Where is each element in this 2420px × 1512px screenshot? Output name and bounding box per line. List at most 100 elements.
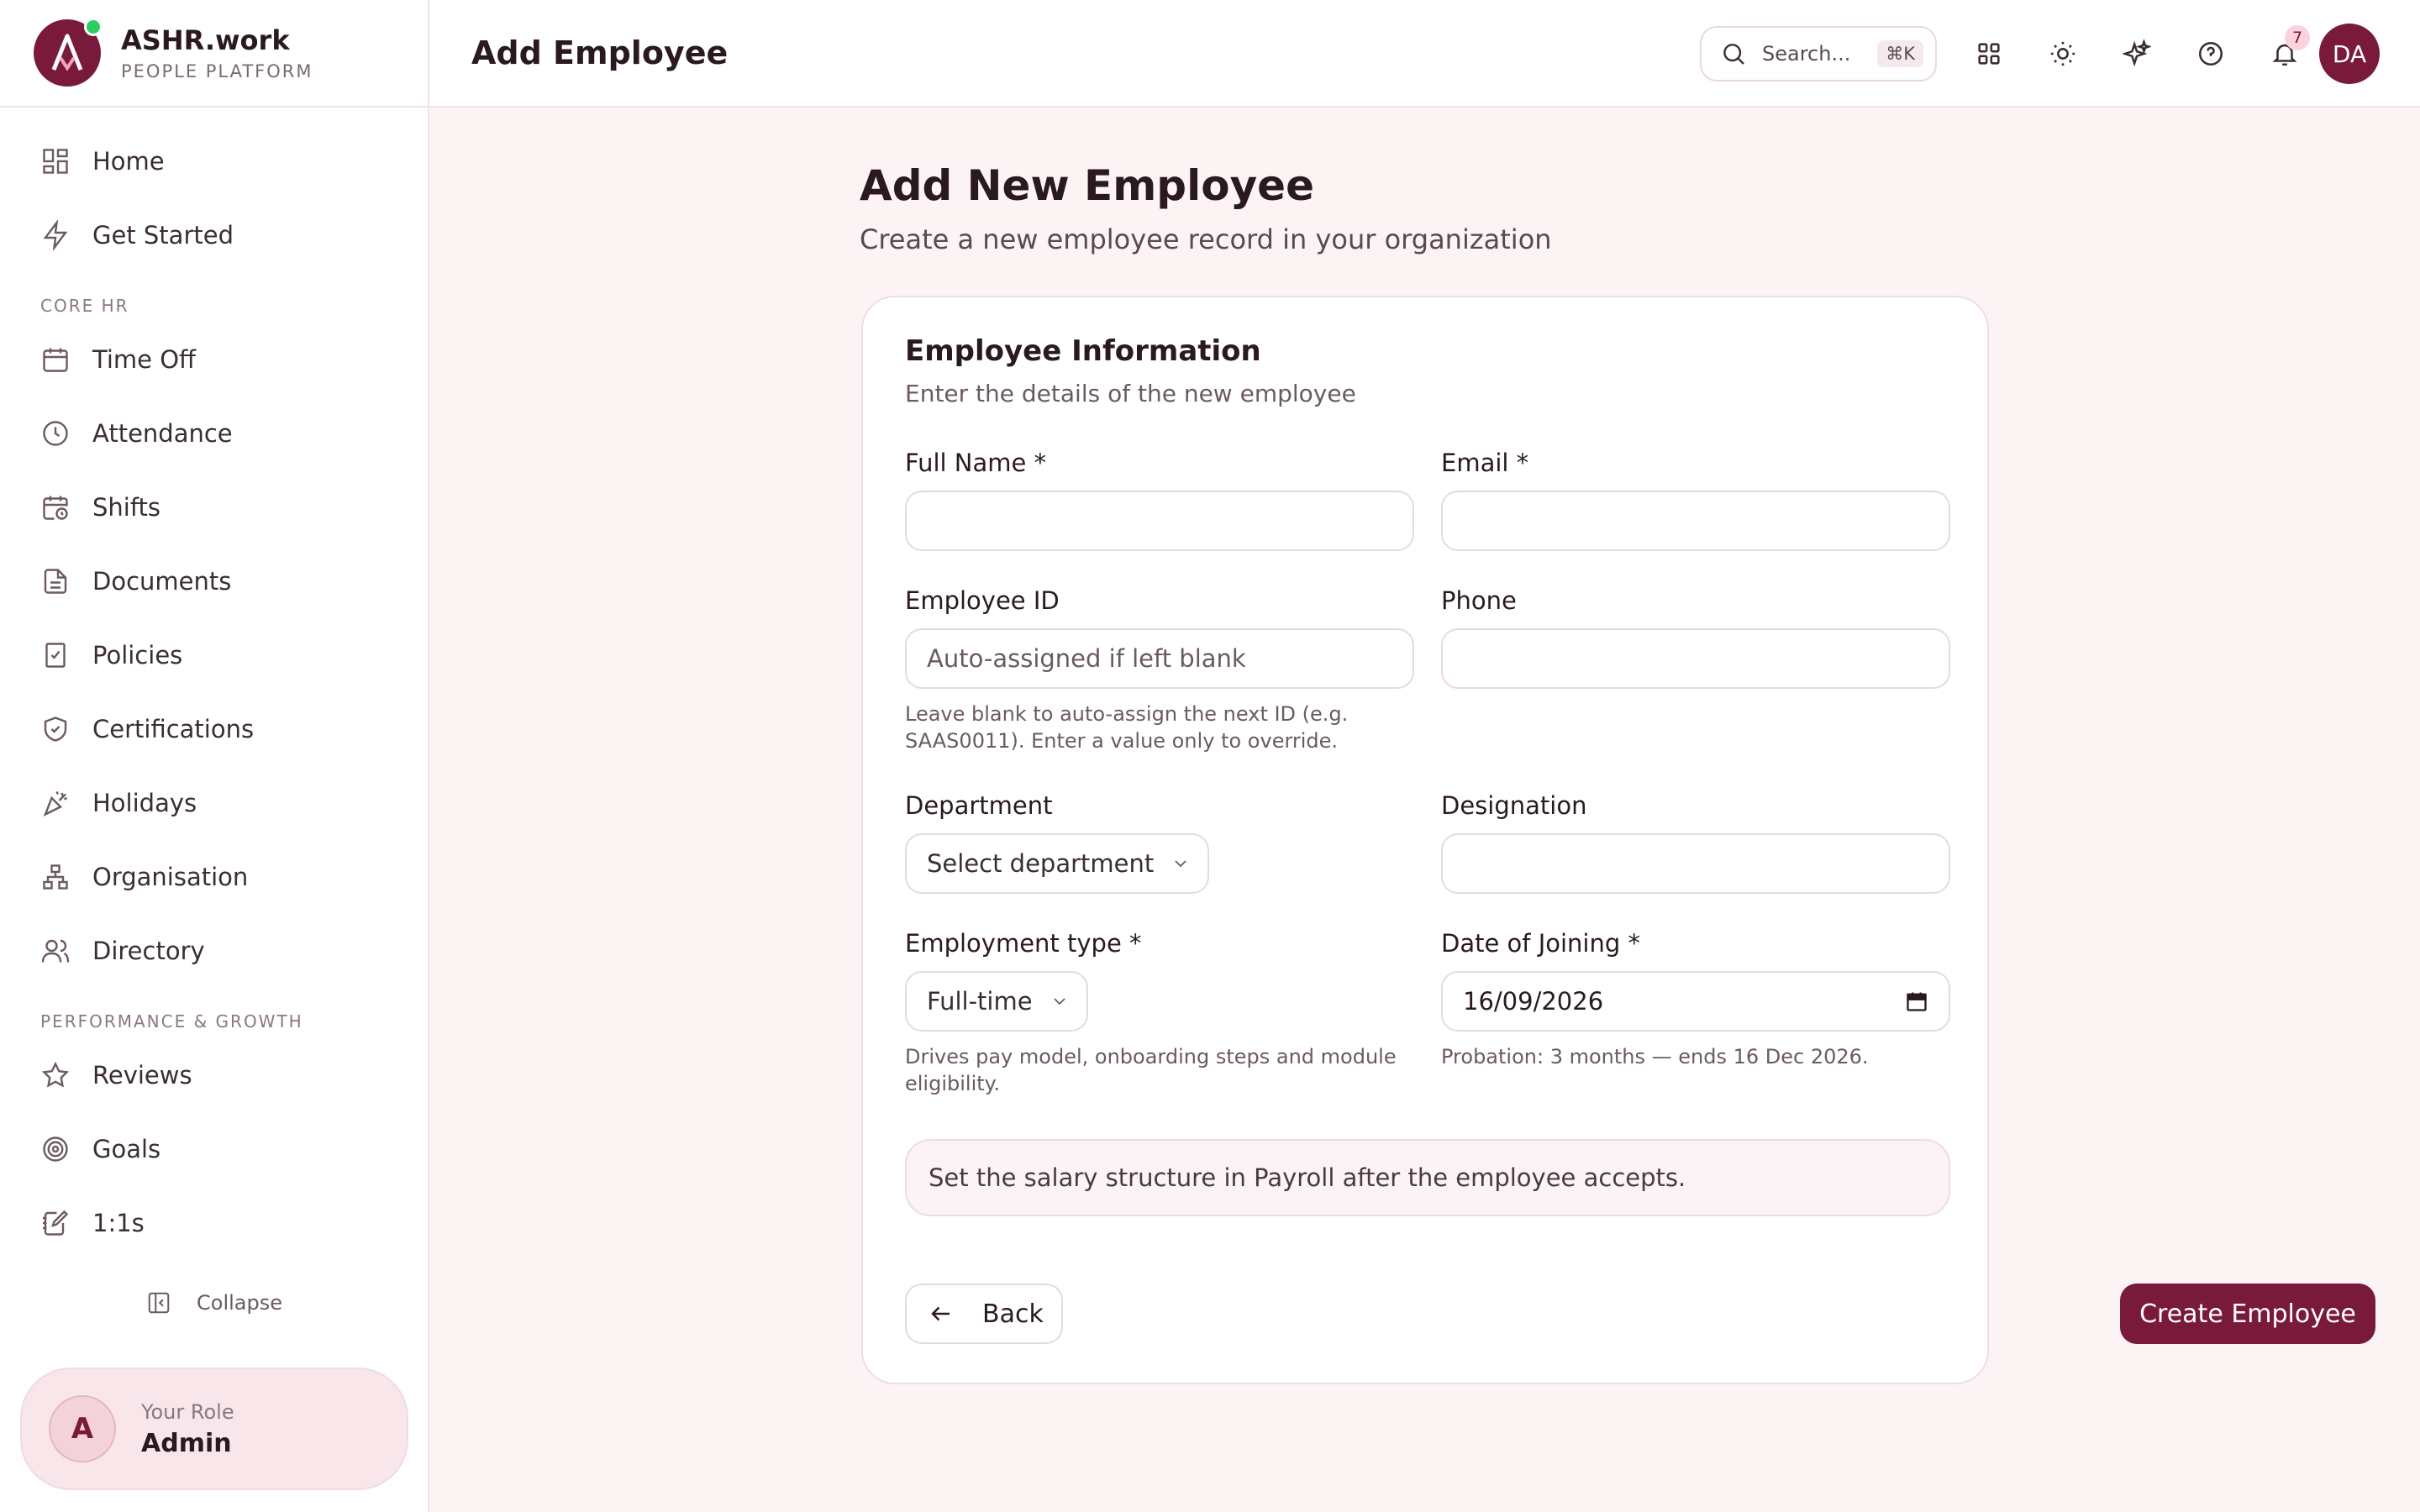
- grid-icon: [43, 149, 68, 174]
- email-label: Email *: [1441, 449, 1529, 477]
- full-name-field[interactable]: [905, 491, 1414, 551]
- brand-subtitle: PEOPLE PLATFORM: [121, 61, 313, 81]
- search-icon: [1723, 44, 1744, 65]
- online-status-dot: [84, 18, 103, 36]
- search-input[interactable]: Search... ⌘K: [1700, 26, 1937, 81]
- notebook-icon: [43, 1210, 69, 1236]
- apps-grid-icon: [1978, 43, 2000, 65]
- sidebar-item-label: Home: [92, 147, 165, 176]
- ai-assistant-button[interactable]: [2115, 32, 2159, 76]
- section-performance-growth: PERFORMANCE & GROWTH: [40, 1011, 303, 1032]
- policy-book-icon: [45, 643, 66, 668]
- sidebar-item-label: Directory: [92, 937, 205, 965]
- sidebar-item-get-started[interactable]: Get Started: [0, 198, 428, 272]
- notification-badge: 7: [2285, 25, 2310, 50]
- sidebar-item-label: Certifications: [92, 715, 255, 743]
- party-popper-icon: [43, 790, 68, 816]
- back-label: Back: [982, 1299, 1044, 1329]
- arrow-left-icon: [931, 1306, 950, 1321]
- doj-hint: Probation: 3 months — ends 16 Dec 2026.: [1441, 1045, 1869, 1068]
- sidebar-item-reviews[interactable]: Reviews: [0, 1038, 428, 1112]
- users-icon: [41, 939, 70, 963]
- sidebar-item-label: Goals: [92, 1135, 161, 1163]
- department-value: Select department: [927, 849, 1155, 878]
- page-title: Add New Employee: [860, 161, 1314, 210]
- calendar-picker-icon[interactable]: [1905, 990, 1928, 1013]
- sparkles-icon: [2123, 39, 2151, 67]
- full-name-label: Full Name *: [905, 449, 1047, 477]
- sidebar-item-label: 1:1s: [92, 1209, 145, 1237]
- app-root: ASHR.work PEOPLE PLATFORM Home Get Start…: [0, 0, 2420, 1512]
- brand-logo[interactable]: [34, 18, 103, 87]
- sidebar-item-label: Holidays: [92, 789, 197, 817]
- doj-label: Date of Joining *: [1441, 929, 1640, 958]
- create-employee-button[interactable]: Create Employee: [2120, 1284, 2375, 1344]
- sidebar-item-label: Documents: [92, 567, 232, 596]
- sidebar-item-label: Shifts: [92, 493, 161, 522]
- role-avatar: A: [49, 1395, 116, 1462]
- collapse-sidebar-button[interactable]: Collapse: [146, 1290, 282, 1315]
- sidebar-item-one-on-ones[interactable]: 1:1s: [0, 1186, 428, 1260]
- sidebar-item-shifts[interactable]: Shifts: [0, 470, 428, 544]
- employment-type-value: Full-time: [927, 987, 1033, 1016]
- user-avatar[interactable]: DA: [2319, 24, 2380, 84]
- logo-a-icon: [51, 34, 83, 71]
- apps-button[interactable]: [1967, 32, 2011, 76]
- shield-check-icon: [44, 717, 67, 742]
- sidebar-item-label: Time Off: [92, 345, 196, 374]
- search-placeholder: Search...: [1762, 42, 1851, 66]
- sidebar-item-certifications[interactable]: Certifications: [0, 692, 428, 766]
- employment-type-select[interactable]: Full-time: [905, 971, 1088, 1032]
- sidebar-item-documents[interactable]: Documents: [0, 544, 428, 618]
- sidebar-item-organisation[interactable]: Organisation: [0, 840, 428, 914]
- collapse-label: Collapse: [197, 1291, 282, 1315]
- employment-type-label: Employment type *: [905, 929, 1142, 958]
- department-label: Department: [905, 791, 1053, 820]
- phone-label: Phone: [1441, 586, 1517, 615]
- form-title: Employee Information: [905, 334, 1261, 368]
- notifications-button[interactable]: 7: [2263, 25, 2310, 76]
- back-button[interactable]: Back: [905, 1284, 1063, 1344]
- designation-label: Designation: [1441, 791, 1587, 820]
- brand: ASHR.work PEOPLE PLATFORM: [0, 0, 428, 108]
- doj-value: 16/09/2026: [1463, 987, 1604, 1016]
- sidebar-item-policies[interactable]: Policies: [0, 618, 428, 692]
- sidebar-item-time-off[interactable]: Time Off: [0, 323, 428, 396]
- sidebar-item-label: Get Started: [92, 221, 234, 249]
- role-card[interactable]: A Your Role Admin: [20, 1368, 408, 1490]
- theme-toggle-button[interactable]: [2041, 32, 2085, 76]
- chevron-down-icon: [1053, 998, 1065, 1005]
- brand-name: ASHR.work: [121, 24, 290, 56]
- employee-id-field[interactable]: Auto-assigned if left blank: [905, 628, 1414, 689]
- sidebar-item-directory[interactable]: Directory: [0, 914, 428, 988]
- sidebar-item-attendance[interactable]: Attendance: [0, 396, 428, 470]
- lightning-icon: [43, 220, 68, 250]
- role-value: Admin: [141, 1428, 232, 1458]
- sidebar-item-goals[interactable]: Goals: [0, 1112, 428, 1186]
- main-content: Add Employee Search... ⌘K 7 DA Add New E…: [429, 0, 2420, 1512]
- sidebar-item-home[interactable]: Home: [0, 124, 428, 198]
- employee-form-card: Employee Information Enter the details o…: [861, 296, 2375, 1384]
- sidebar-item-holidays[interactable]: Holidays: [0, 766, 428, 840]
- sidebar-item-label: Reviews: [92, 1061, 192, 1089]
- sun-icon: [2050, 41, 2075, 66]
- star-icon: [41, 1061, 70, 1088]
- section-core-hr: CORE HR: [40, 296, 129, 316]
- sidebar-nav: Home Get Started CORE HR Time Off Attend…: [0, 108, 428, 1260]
- sidebar: ASHR.work PEOPLE PLATFORM Home Get Start…: [0, 0, 429, 1512]
- sidebar-item-label: Policies: [92, 641, 183, 669]
- topbar-title: Add Employee: [471, 34, 729, 71]
- collapse-panel-icon: [148, 1292, 170, 1314]
- designation-field[interactable]: [1441, 833, 1950, 894]
- email-field[interactable]: [1441, 491, 1950, 551]
- sidebar-item-label: Attendance: [92, 419, 233, 448]
- department-select[interactable]: Select department: [905, 833, 1210, 894]
- employee-id-label: Employee ID: [905, 586, 1060, 615]
- date-of-joining-field[interactable]: 16/09/2026: [1441, 971, 1950, 1032]
- phone-field[interactable]: [1441, 628, 1950, 689]
- form-subtitle: Enter the details of the new employee: [905, 380, 1356, 407]
- chevron-down-icon: [1175, 860, 1186, 868]
- org-chart-icon: [43, 864, 68, 890]
- employment-type-hint: Drives pay model, onboarding steps and m…: [905, 1045, 1397, 1095]
- help-button[interactable]: [2189, 32, 2233, 76]
